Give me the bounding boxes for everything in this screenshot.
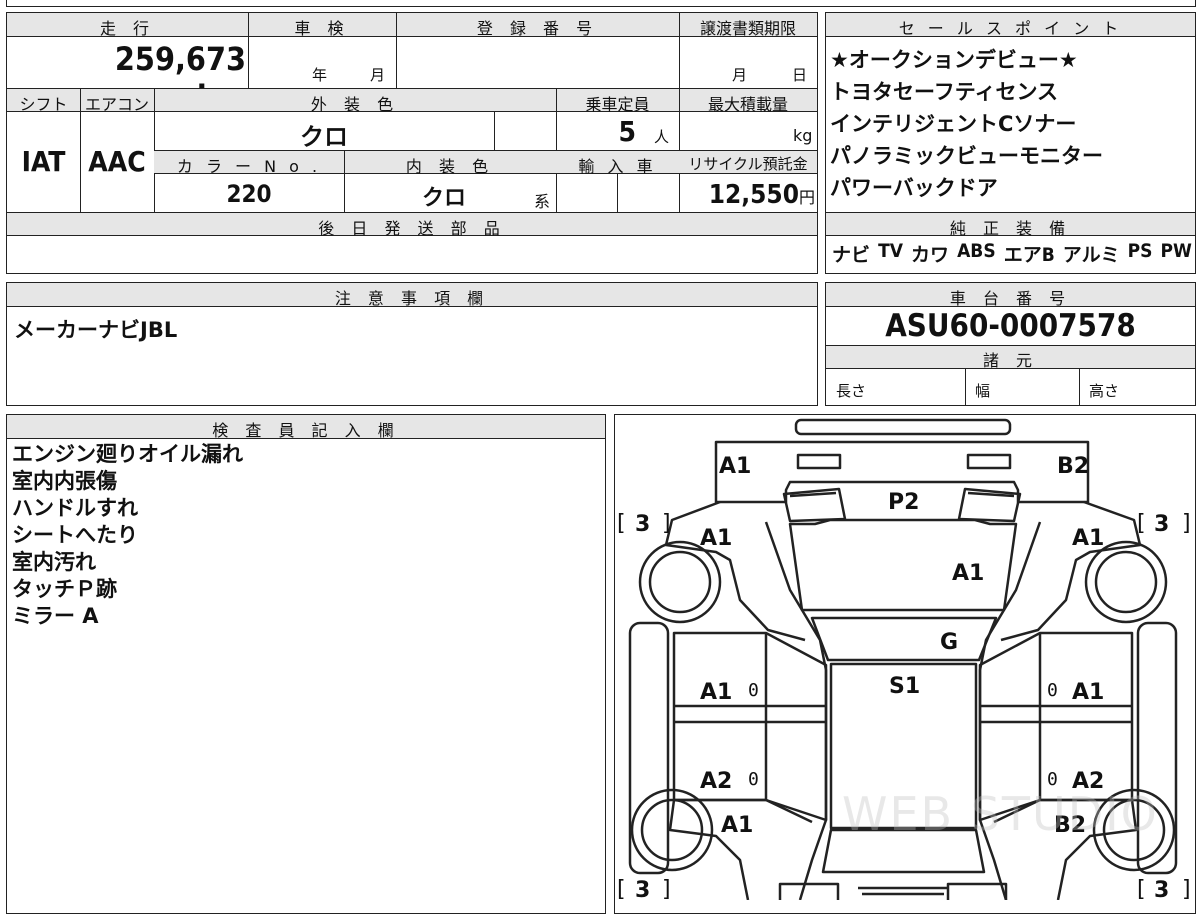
sales-point-4: パノラミックビューモニター <box>830 144 1103 168</box>
sales-point-1: ★オークションデビュー★ <box>830 48 1078 72</box>
chassis-number: ASU60-0007578 <box>885 308 1136 344</box>
spec-width-label: 幅 <box>975 382 991 400</box>
inspector-note-6: タッチＰ跡 <box>12 577 117 601</box>
notes-text: メーカーナビJBL <box>14 318 178 342</box>
equip-leather: カワ <box>911 244 950 266</box>
mark-left-quarter: A1 <box>721 813 753 838</box>
recycle-label: リサイクル預託金 <box>688 155 808 173</box>
mark-zero-right-front: 0 <box>1047 680 1058 701</box>
standard-equipment-list: ナビ TV カワ ABS エアB アルミ PS PW <box>832 240 1192 267</box>
interior-color-label: 内 装 色 <box>405 157 495 176</box>
mark-right-front-door: A1 <box>1072 680 1104 705</box>
later-parts-label: 後 日 発 送 部 品 <box>318 219 506 238</box>
tire-tread-front-left: [ 3 ] <box>617 511 671 537</box>
equip-abs: ABS <box>957 240 996 262</box>
top-sliver-row <box>6 0 1196 7</box>
spec-height-label: 高さ <box>1089 382 1120 400</box>
mark-roof: S1 <box>889 674 920 699</box>
svg-text:3: 3 <box>1154 512 1169 537</box>
equip-ps: PS <box>1127 240 1153 262</box>
mark-left-rear-door: A2 <box>700 769 732 794</box>
inspector-note-1: エンジン廻りオイル漏れ <box>12 442 243 466</box>
ac-value: AAC <box>88 145 146 178</box>
equip-pw: PW <box>1160 240 1192 262</box>
color-no-label: カ ラ ー N o . <box>176 157 322 176</box>
mark-front-left: A1 <box>719 454 751 479</box>
svg-text:[: [ <box>617 511 626 536</box>
tire-tread-rear-left: [ 3 ] <box>617 877 671 900</box>
svg-text:]: ] <box>1182 877 1191 900</box>
svg-text:3: 3 <box>635 878 650 900</box>
shift-label: シフト <box>19 95 68 114</box>
exterior-color-value: クロ <box>300 123 348 151</box>
sales-point-5: パワーバックドア <box>830 176 998 200</box>
mark-right-fender: A1 <box>1072 526 1104 551</box>
svg-text:3: 3 <box>1154 878 1169 900</box>
registration-label: 登 録 番 号 <box>476 19 599 38</box>
svg-text:[: [ <box>1137 877 1146 900</box>
inspector-note-3: ハンドルすれ <box>12 496 138 520</box>
capacity-unit: 人 <box>654 128 670 146</box>
car-damage-diagram: A1 B2 P2 A1 A1 A1 G S1 A1 A1 A2 A2 A1 B2… <box>617 418 1191 900</box>
shaken-label: 車 検 <box>294 19 350 38</box>
mileage-label: 走 行 <box>99 19 156 38</box>
svg-text:3: 3 <box>635 512 650 537</box>
svg-text:[: [ <box>1137 511 1146 536</box>
color-no-value: 220 <box>226 180 272 208</box>
recycle-fee-number: 12,550 <box>708 180 799 210</box>
shaken-month-unit: 月 <box>370 66 386 84</box>
inspector-note-5: 室内汚れ <box>12 550 96 574</box>
capacity-value: 5 <box>618 115 636 148</box>
tire-tread-front-right: [ 3 ] <box>1137 511 1191 537</box>
standard-equipment-label: 純 正 装 備 <box>949 219 1072 238</box>
inspector-note-7: ミラー A <box>12 604 99 628</box>
deadline-month-unit: 月 <box>732 66 748 84</box>
load-unit: kg <box>793 126 813 145</box>
shaken-year-unit: 年 <box>312 66 328 84</box>
ac-label: エアコン <box>84 95 149 114</box>
mark-zero-left-rear: 0 <box>748 769 759 790</box>
mark-hood-center: P2 <box>888 490 919 515</box>
watermark: WEB STUDIO <box>842 787 1159 841</box>
sales-points-label: セ ー ル ス ポ イ ン ト <box>898 19 1123 38</box>
svg-text:[: [ <box>617 877 626 900</box>
equip-airbag: エアB <box>1003 244 1055 266</box>
exterior-color-label: 外 装 色 <box>310 95 400 114</box>
recycle-fee-value: 12,550円 <box>679 180 815 210</box>
sales-point-3: インテリジェントCソナー <box>830 112 1077 136</box>
inspector-note-2: 室内内張傷 <box>12 469 117 493</box>
transfer-deadline-label: 譲渡書類期限 <box>699 19 796 38</box>
chassis-label: 車 台 番 号 <box>949 289 1072 308</box>
recycle-fee-unit: 円 <box>798 188 815 207</box>
mileage-number: 259,673 <box>114 40 246 78</box>
deadline-day-unit: 日 <box>792 66 808 84</box>
specs-label: 諸 元 <box>982 351 1039 370</box>
svg-text:]: ] <box>662 511 671 536</box>
sales-point-2: トヨタセーフティセンス <box>830 80 1059 104</box>
notes-label: 注 意 事 項 欄 <box>334 289 490 308</box>
equip-alloy: アルミ <box>1062 244 1120 266</box>
shift-value: IAT <box>21 145 66 178</box>
mark-zero-left-front: 0 <box>748 680 759 701</box>
svg-text:]: ] <box>1182 511 1191 536</box>
capacity-label: 乗車定員 <box>585 95 650 114</box>
import-label: 輸 入 車 <box>578 157 657 176</box>
inspector-label: 検 査 員 記 入 欄 <box>212 421 400 440</box>
mark-left-fender: A1 <box>700 526 732 551</box>
mark-left-front-door: A1 <box>700 680 732 705</box>
spec-length-label: 長さ <box>836 382 867 400</box>
mark-windshield: G <box>940 630 958 655</box>
mark-hood: A1 <box>952 561 984 586</box>
equip-tv: TV <box>878 240 903 262</box>
interior-suffix: 系 <box>534 192 551 211</box>
equip-navi: ナビ <box>832 244 871 266</box>
max-load-label: 最大積載量 <box>707 95 788 114</box>
interior-color-value: クロ <box>421 186 466 211</box>
tire-tread-rear-right: [ 3 ] <box>1137 877 1191 900</box>
mark-front-right: B2 <box>1057 454 1089 479</box>
inspector-note-4: シートへたり <box>12 523 138 547</box>
svg-text:]: ] <box>662 877 671 900</box>
